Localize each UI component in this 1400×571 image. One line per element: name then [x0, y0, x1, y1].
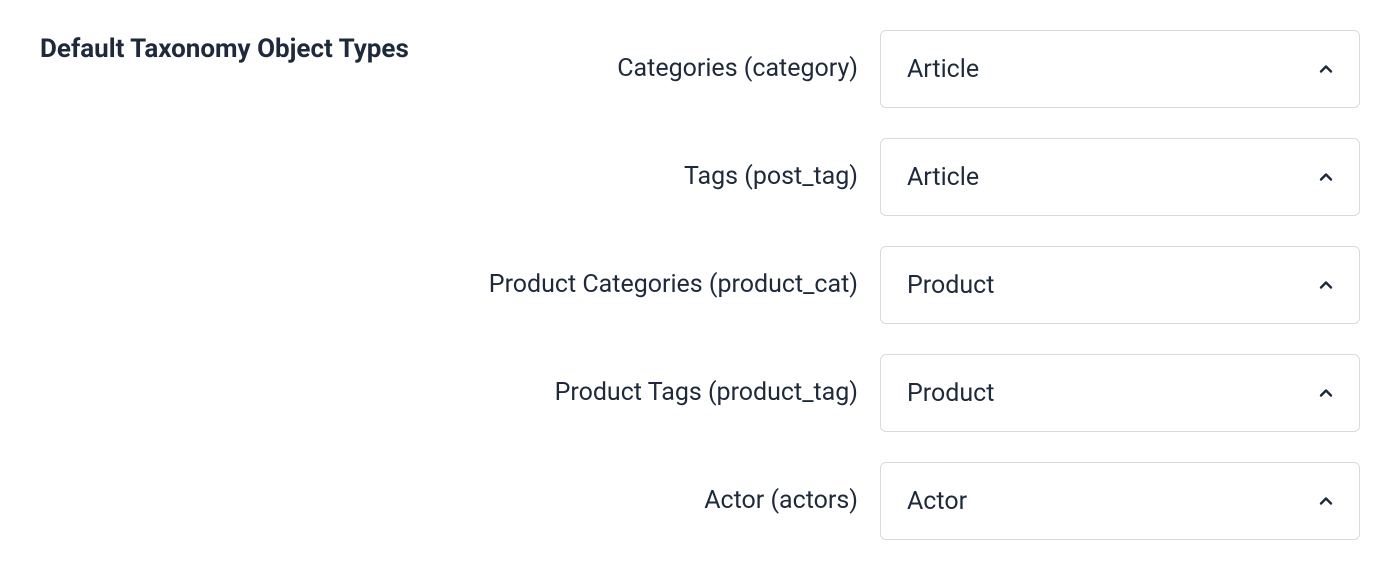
field-label: Categories (category): [449, 52, 858, 86]
select-value: Article: [907, 163, 979, 192]
select-value: Product: [907, 271, 994, 300]
fields-list: Categories (category) Article Tags (post…: [449, 30, 1360, 540]
chevron-up-icon: [1319, 170, 1333, 184]
select-value: Article: [907, 55, 979, 84]
field-row-product-categories: Product Categories (product_cat) Product: [449, 246, 1360, 324]
chevron-up-icon: [1319, 494, 1333, 508]
section-title: Default Taxonomy Object Types: [40, 30, 409, 64]
field-row-tags: Tags (post_tag) Article: [449, 138, 1360, 216]
select-product-categories[interactable]: Product: [880, 246, 1360, 324]
chevron-up-icon: [1319, 62, 1333, 76]
field-row-actor: Actor (actors) Actor: [449, 462, 1360, 540]
taxonomy-settings: Default Taxonomy Object Types Categories…: [40, 30, 1360, 540]
field-label: Actor (actors): [449, 484, 858, 518]
field-row-categories: Categories (category) Article: [449, 30, 1360, 108]
select-tags[interactable]: Article: [880, 138, 1360, 216]
field-label: Product Categories (product_cat): [449, 268, 858, 302]
select-product-tags[interactable]: Product: [880, 354, 1360, 432]
select-actor[interactable]: Actor: [880, 462, 1360, 540]
field-row-product-tags: Product Tags (product_tag) Product: [449, 354, 1360, 432]
field-label: Tags (post_tag): [449, 160, 858, 194]
chevron-up-icon: [1319, 278, 1333, 292]
select-value: Actor: [907, 487, 967, 516]
field-label: Product Tags (product_tag): [449, 376, 858, 410]
chevron-up-icon: [1319, 386, 1333, 400]
select-value: Product: [907, 379, 994, 408]
select-categories[interactable]: Article: [880, 30, 1360, 108]
